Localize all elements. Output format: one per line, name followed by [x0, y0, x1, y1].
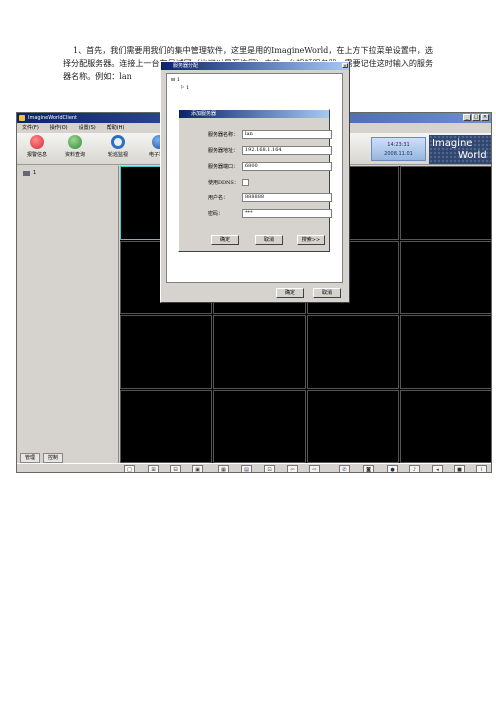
volume-icon[interactable]: ◂: [432, 465, 443, 472]
layout-1-icon[interactable]: □: [124, 465, 135, 472]
device-tree-panel: 1 管理 控制: [17, 166, 119, 463]
layout-4-icon[interactable]: ⊞: [148, 465, 159, 472]
password-label: 密码：: [208, 211, 224, 217]
video-cell[interactable]: [213, 389, 306, 463]
add-dialog-title: 添加服务器: [179, 110, 329, 118]
microphone-icon[interactable]: ♪: [409, 465, 420, 472]
video-cell[interactable]: [120, 389, 213, 463]
minimize-button[interactable]: _: [463, 114, 471, 121]
server-name-label: 服务器名称：: [208, 132, 239, 138]
tab-manage[interactable]: 管理: [20, 453, 41, 463]
clock-time: 14:23:31: [387, 142, 410, 148]
layout-6-icon[interactable]: ⊟: [170, 465, 181, 472]
logo-word-2: World: [458, 150, 487, 161]
menu-settings[interactable]: 设置(S): [79, 123, 96, 133]
device-icon: [23, 170, 30, 176]
video-cell[interactable]: [399, 315, 491, 389]
user-search-icon: [68, 135, 82, 149]
tab-control[interactable]: 控制: [43, 453, 64, 463]
menu-file[interactable]: 文件(F): [22, 123, 39, 133]
add-cancel-button[interactable]: 取消: [255, 235, 283, 245]
ddns-checkbox[interactable]: [242, 179, 249, 186]
cycle-icon: [111, 135, 125, 149]
server-port-row: 服务器端口： 6800: [185, 162, 332, 172]
info-icon[interactable]: i: [476, 465, 487, 472]
fullscreen-icon[interactable]: ⊡: [264, 465, 275, 472]
username-input[interactable]: 888888: [242, 193, 332, 202]
patrol-monitor-label: 轮巡监视: [107, 152, 128, 158]
next-page-icon[interactable]: ⇨: [309, 465, 320, 472]
ddns-label: 使用DDNS：: [208, 180, 239, 186]
menu-help[interactable]: 帮助(H): [107, 123, 125, 133]
alarm-icon: [30, 135, 44, 149]
tree-node-group[interactable]: ⊟ 1: [171, 77, 180, 83]
username-row: 用户名： 888888: [185, 193, 332, 203]
server-address-label: 服务器地址：: [208, 148, 239, 154]
control-bar: □ ⊞ ⊟ ▣ ▦ ▤ ⊡ ⇦ ⇨ ✆ ◙ ● ♪ ◂ ■ i: [17, 463, 491, 472]
server-address-input[interactable]: 192.168.1.164: [242, 146, 332, 155]
assign-dialog-title-text: 服务器分配: [173, 63, 199, 69]
menu-operate[interactable]: 操作(O): [50, 123, 68, 133]
ddns-row: 使用DDNS：: [185, 178, 327, 188]
video-cell[interactable]: [120, 315, 213, 389]
patrol-monitor-button[interactable]: 轮巡监视: [100, 135, 136, 158]
server-address-row: 服务器地址： 192.168.1.164: [185, 146, 332, 156]
add-dialog-title-text: 添加服务器: [191, 111, 217, 117]
stop-record-icon[interactable]: ■: [454, 465, 465, 472]
username-label: 用户名：: [208, 195, 229, 201]
layout-9-icon[interactable]: ▦: [218, 465, 229, 472]
clock-date: 2008.11.01: [384, 151, 413, 157]
app-icon: [19, 115, 25, 121]
server-name-row: 服务器名称： lan: [185, 130, 332, 140]
snapshot-icon[interactable]: ◙: [363, 465, 374, 472]
tree-root-label: 1: [33, 170, 37, 176]
server-port-label: 服务器端口：: [208, 164, 239, 170]
video-cell[interactable]: [306, 315, 399, 389]
data-query-button[interactable]: 资料查询: [57, 135, 93, 158]
alarm-info-button[interactable]: 报警信息: [19, 135, 55, 158]
window-title: ImagineWorldClient: [28, 115, 78, 121]
video-cell[interactable]: [399, 389, 491, 463]
video-cell[interactable]: [399, 240, 491, 314]
tree-root-node[interactable]: 1: [23, 170, 36, 176]
logo-word-1: Imagine: [432, 138, 473, 149]
server-name-input[interactable]: lan: [242, 130, 332, 139]
assign-cancel-button[interactable]: 取消: [313, 288, 341, 298]
alarm-info-label: 报警信息: [26, 152, 47, 158]
add-server-dialog: 添加服务器 服务器名称： lan 服务器地址： 192.168.1.164 服务…: [178, 109, 332, 252]
assign-ok-button[interactable]: 确定: [276, 288, 304, 298]
assign-dialog-close-button[interactable]: ×: [342, 63, 348, 68]
tree-node-device-label: 1: [186, 85, 190, 91]
layout-16-icon[interactable]: ▤: [241, 465, 252, 472]
password-input[interactable]: ***: [242, 209, 332, 218]
tree-node-device[interactable]: ⚐ 1: [180, 85, 189, 91]
password-row: 密码： ***: [185, 209, 332, 219]
brand-logo: Imagine World: [429, 135, 491, 164]
server-port-input[interactable]: 6800: [242, 162, 332, 171]
assign-dialog-title: 服务器分配 ×: [161, 62, 349, 70]
maximize-button[interactable]: □: [472, 114, 480, 121]
close-button[interactable]: ×: [481, 114, 489, 121]
record-icon[interactable]: ●: [387, 465, 398, 472]
add-ok-button[interactable]: 确定: [211, 235, 239, 245]
tree-node-group-label: 1: [176, 77, 180, 83]
layout-8-icon[interactable]: ▣: [192, 465, 203, 472]
video-cell[interactable]: [399, 166, 491, 240]
search-button[interactable]: 搜索>>: [297, 235, 325, 245]
prev-page-icon[interactable]: ⇦: [287, 465, 298, 472]
video-cell[interactable]: [213, 315, 306, 389]
talk-icon[interactable]: ✆: [339, 465, 350, 472]
video-cell[interactable]: [306, 389, 399, 463]
data-query-label: 资料查询: [64, 152, 85, 158]
clock-panel: 14:23:31 2008.11.01: [371, 137, 426, 161]
